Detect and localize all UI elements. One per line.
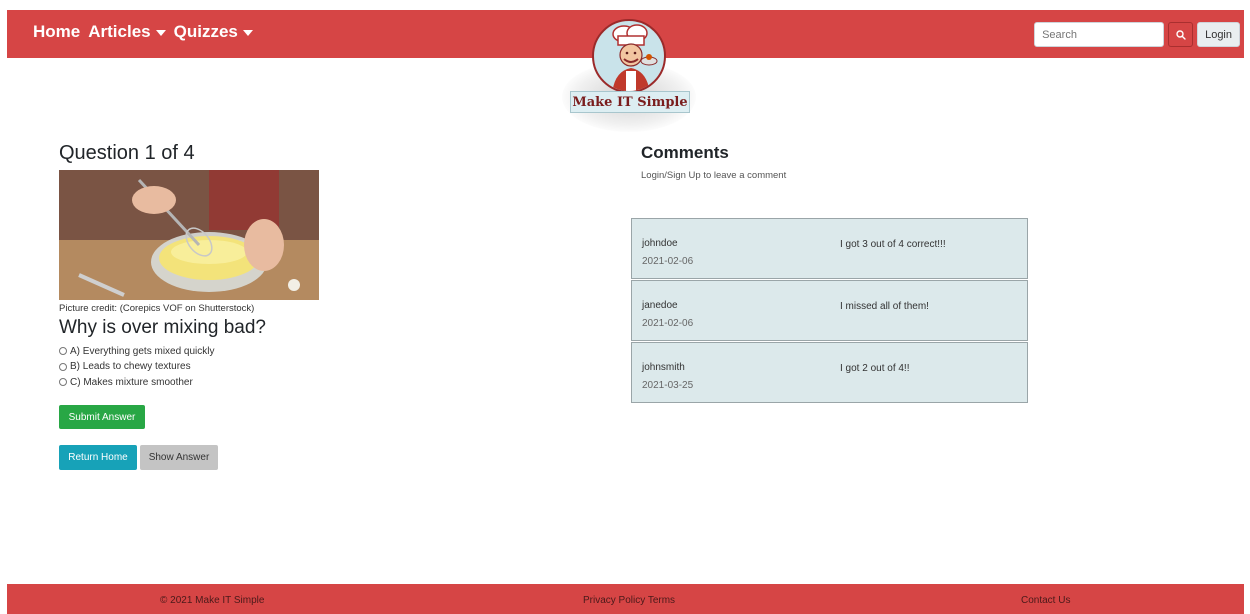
radio-button[interactable]	[59, 347, 67, 356]
question-image	[59, 170, 319, 300]
comment-date: 2021-02-06	[642, 256, 694, 267]
answer-option-a[interactable]: A) Everything gets mixed quickly	[59, 345, 215, 358]
submit-answer-button[interactable]: Submit Answer	[59, 405, 145, 429]
search-icon	[1175, 29, 1186, 40]
comment-text: I got 2 out of 4!!	[840, 363, 910, 374]
comment-text: I got 3 out of 4 correct!!!	[840, 239, 946, 250]
radio-button[interactable]	[59, 378, 67, 387]
question-counter: Question 1 of 4	[59, 142, 195, 164]
answer-option-label: C) Makes mixture smoother	[70, 376, 193, 388]
answer-option-b[interactable]: B) Leads to chewy textures	[59, 361, 215, 374]
nav-articles-dropdown[interactable]: Articles	[88, 22, 166, 42]
comment-card: johnsmith 2021-03-25 I got 2 out of 4!!	[631, 342, 1028, 403]
logo-text: Make IT Simple	[570, 91, 690, 113]
radio-button[interactable]	[59, 362, 67, 371]
caret-down-icon	[242, 30, 253, 36]
nav-quizzes-dropdown[interactable]: Quizzes	[174, 22, 253, 42]
answer-options: A) Everything gets mixed quickly B) Lead…	[59, 345, 215, 389]
login-button[interactable]: Login	[1197, 22, 1240, 47]
footer-contact-link[interactable]: Contact Us	[1021, 595, 1070, 606]
comment-card: janedoe 2021-02-06 I missed all of them!	[631, 280, 1028, 341]
comment-username: janedoe	[642, 300, 678, 311]
search-button[interactable]	[1168, 22, 1194, 47]
chef-mascot-icon	[592, 19, 666, 93]
footer-copyright: © 2021 Make IT Simple	[160, 595, 265, 606]
comment-date: 2021-02-06	[642, 318, 694, 329]
nav-home-link[interactable]: Home	[33, 22, 80, 42]
answer-option-label: B) Leads to chewy textures	[70, 361, 191, 373]
search-input[interactable]	[1034, 22, 1165, 47]
picture-credit: Picture credit: (Corepics VOF on Shutter…	[59, 303, 255, 314]
show-answer-button[interactable]: Show Answer	[140, 445, 218, 470]
comment-username: johnsmith	[642, 362, 685, 373]
caret-down-icon	[155, 30, 166, 36]
nav-search-area: Login	[1034, 22, 1240, 47]
footer-policy-links[interactable]: Privacy Policy Terms	[583, 595, 675, 606]
comments-heading: Comments	[641, 143, 729, 162]
page-footer: © 2021 Make IT Simple Privacy Policy Ter…	[7, 584, 1244, 614]
comment-username: johndoe	[642, 238, 678, 249]
question-text: Why is over mixing bad?	[59, 317, 266, 338]
return-home-button[interactable]: Return Home	[59, 445, 137, 470]
nav-quizzes-label: Quizzes	[173, 22, 238, 41]
comment-text: I missed all of them!	[840, 301, 929, 312]
answer-option-c[interactable]: C) Makes mixture smoother	[59, 376, 215, 389]
comment-card: johndoe 2021-02-06 I got 3 out of 4 corr…	[631, 218, 1028, 279]
site-logo[interactable]: Make IT Simple	[558, 14, 700, 134]
nav-articles-label: Articles	[88, 22, 151, 41]
comment-list: johndoe 2021-02-06 I got 3 out of 4 corr…	[631, 218, 1028, 403]
comment-date: 2021-03-25	[642, 380, 694, 391]
comment-login-prompt[interactable]: Login/Sign Up to leave a comment	[641, 170, 786, 181]
nav-links: Home Articles Quizzes	[33, 22, 253, 42]
answer-option-label: A) Everything gets mixed quickly	[70, 345, 215, 357]
